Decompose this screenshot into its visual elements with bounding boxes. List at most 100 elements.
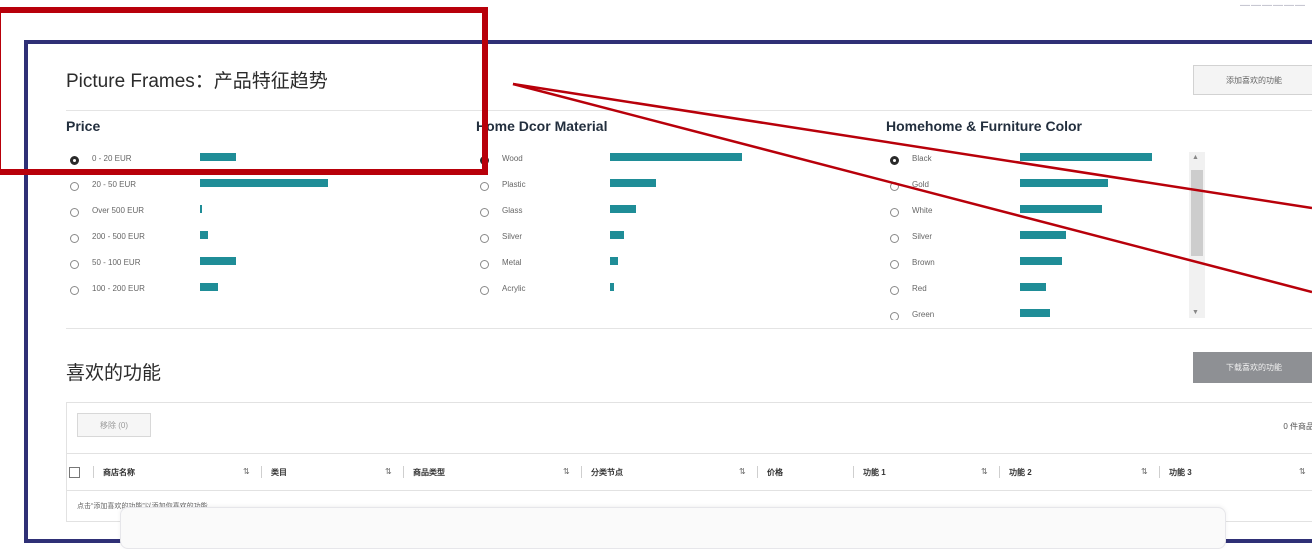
facet-option-label: Glass xyxy=(502,206,523,215)
share-bar xyxy=(610,153,742,161)
facet-option-label: White xyxy=(912,206,933,215)
radio-button[interactable] xyxy=(480,260,489,269)
annotation-highlight-box xyxy=(0,7,488,175)
radio-button[interactable] xyxy=(70,260,79,269)
column-header-store-name[interactable]: 商店名称 xyxy=(103,467,135,478)
column-divider xyxy=(93,466,94,478)
facet-option-label: Silver xyxy=(502,232,523,241)
column-header-category[interactable]: 类目 xyxy=(271,467,287,478)
column-header-feature-2[interactable]: 功能 2 xyxy=(1009,467,1032,478)
column-divider xyxy=(999,466,1000,478)
scrollbar-thumb[interactable] xyxy=(1191,170,1203,256)
facet-option-price[interactable]: 100 - 200 EUR xyxy=(70,282,430,302)
facet-option-label: Acrylic xyxy=(502,284,526,293)
share-bar xyxy=(200,205,202,213)
select-all-checkbox[interactable] xyxy=(69,467,80,478)
radio-button[interactable] xyxy=(70,234,79,243)
share-bar xyxy=(1020,205,1102,213)
column-divider xyxy=(403,466,404,478)
facet-option-color[interactable]: Brown xyxy=(890,256,1180,276)
facet-title-material: Home Dcor Material xyxy=(476,118,608,134)
sort-arrows-icon[interactable]: ⇅ xyxy=(1141,467,1148,476)
facet-option-material[interactable]: Metal xyxy=(480,256,840,276)
facet-title-color: Homehome & Furniture Color xyxy=(886,118,1083,134)
facet-option-price[interactable]: 200 - 500 EUR xyxy=(70,230,430,250)
facet-option-color[interactable]: Black xyxy=(890,152,1180,172)
facet-option-color[interactable]: Green xyxy=(890,308,1180,320)
share-bar xyxy=(200,283,218,291)
facet-option-price[interactable]: Over 500 EUR xyxy=(70,204,430,224)
column-divider xyxy=(853,466,854,478)
radio-button[interactable] xyxy=(480,234,489,243)
top-hint-text: —————— xyxy=(1240,0,1306,11)
color-list-scrollbar[interactable]: ▲ ▼ xyxy=(1189,152,1205,318)
overlay-panel xyxy=(120,507,1226,549)
favorites-table: 移除 (0) 0 件商品 商店名称 ⇅ 类目 ⇅ 商品类型 ⇅ 分类节点 ⇅ 价… xyxy=(66,402,1312,522)
share-bar xyxy=(610,179,656,187)
facet-option-color[interactable]: Silver xyxy=(890,230,1180,250)
facet-option-label: Plastic xyxy=(502,180,526,189)
item-count: 0 件商品 xyxy=(1283,422,1312,431)
share-bar xyxy=(1020,153,1152,161)
share-bar xyxy=(200,231,208,239)
facet-option-label: 50 - 100 EUR xyxy=(92,258,141,267)
add-favorite-feature-button[interactable]: 添加喜欢的功能 xyxy=(1193,65,1312,95)
column-divider xyxy=(581,466,582,478)
facet-option-label: Black xyxy=(912,154,932,163)
column-header-category-node[interactable]: 分类节点 xyxy=(591,467,623,478)
column-header-price[interactable]: 价格 xyxy=(767,467,783,478)
sort-arrows-icon[interactable]: ⇅ xyxy=(739,467,746,476)
radio-button[interactable] xyxy=(890,156,899,165)
facet-option-label: Silver xyxy=(912,232,933,241)
scroll-down-arrow-icon[interactable]: ▼ xyxy=(1192,309,1199,316)
facet-option-material[interactable]: Silver xyxy=(480,230,840,250)
radio-button[interactable] xyxy=(480,286,489,295)
column-header-product-type[interactable]: 商品类型 xyxy=(413,467,445,478)
share-bar xyxy=(1020,179,1108,187)
table-header-row: 商店名称 ⇅ 类目 ⇅ 商品类型 ⇅ 分类节点 ⇅ 价格 功能 1 ⇅ 功能 2… xyxy=(67,453,1312,491)
column-divider xyxy=(757,466,758,478)
sort-arrows-icon[interactable]: ⇅ xyxy=(1299,467,1306,476)
radio-button[interactable] xyxy=(890,182,899,191)
radio-button[interactable] xyxy=(890,286,899,295)
facet-option-label: 20 - 50 EUR xyxy=(92,180,137,189)
share-bar xyxy=(610,205,636,213)
download-favorites-button[interactable]: 下载喜欢的功能 xyxy=(1193,352,1312,383)
radio-button[interactable] xyxy=(70,182,79,191)
share-bar xyxy=(1020,257,1062,265)
share-bar xyxy=(610,231,624,239)
facet-option-material[interactable]: Glass xyxy=(480,204,840,224)
facet-option-material[interactable]: Wood xyxy=(480,152,840,172)
sort-arrows-icon[interactable]: ⇅ xyxy=(385,467,392,476)
share-bar xyxy=(1020,283,1046,291)
facet-option-color[interactable]: Red xyxy=(890,282,1180,302)
facet-option-material[interactable]: Plastic xyxy=(480,178,840,198)
column-divider xyxy=(261,466,262,478)
column-divider xyxy=(1159,466,1160,478)
remove-button[interactable]: 移除 (0) xyxy=(77,413,151,437)
radio-button[interactable] xyxy=(890,260,899,269)
facet-option-color[interactable]: White xyxy=(890,204,1180,224)
radio-button[interactable] xyxy=(890,208,899,217)
sort-arrows-icon[interactable]: ⇅ xyxy=(243,467,250,476)
radio-button[interactable] xyxy=(890,234,899,243)
facet-option-material[interactable]: Acrylic xyxy=(480,282,840,302)
facet-option-label: Gold xyxy=(912,180,929,189)
facet-option-label: Over 500 EUR xyxy=(92,206,145,215)
facet-option-label: 200 - 500 EUR xyxy=(92,232,145,241)
column-header-feature-1[interactable]: 功能 1 xyxy=(863,467,886,478)
facet-option-price[interactable]: 20 - 50 EUR xyxy=(70,178,430,198)
facet-option-price[interactable]: 50 - 100 EUR xyxy=(70,256,430,276)
radio-button[interactable] xyxy=(480,182,489,191)
sort-arrows-icon[interactable]: ⇅ xyxy=(563,467,570,476)
radio-button[interactable] xyxy=(480,208,489,217)
facet-option-color[interactable]: Gold xyxy=(890,178,1180,198)
scroll-up-arrow-icon[interactable]: ▲ xyxy=(1192,154,1199,161)
facet-option-label: Red xyxy=(912,284,927,293)
column-header-feature-3[interactable]: 功能 3 xyxy=(1169,467,1192,478)
share-bar xyxy=(1020,309,1050,317)
radio-button[interactable] xyxy=(70,286,79,295)
radio-button[interactable] xyxy=(70,208,79,217)
radio-button[interactable] xyxy=(890,312,899,320)
sort-arrows-icon[interactable]: ⇅ xyxy=(981,467,988,476)
